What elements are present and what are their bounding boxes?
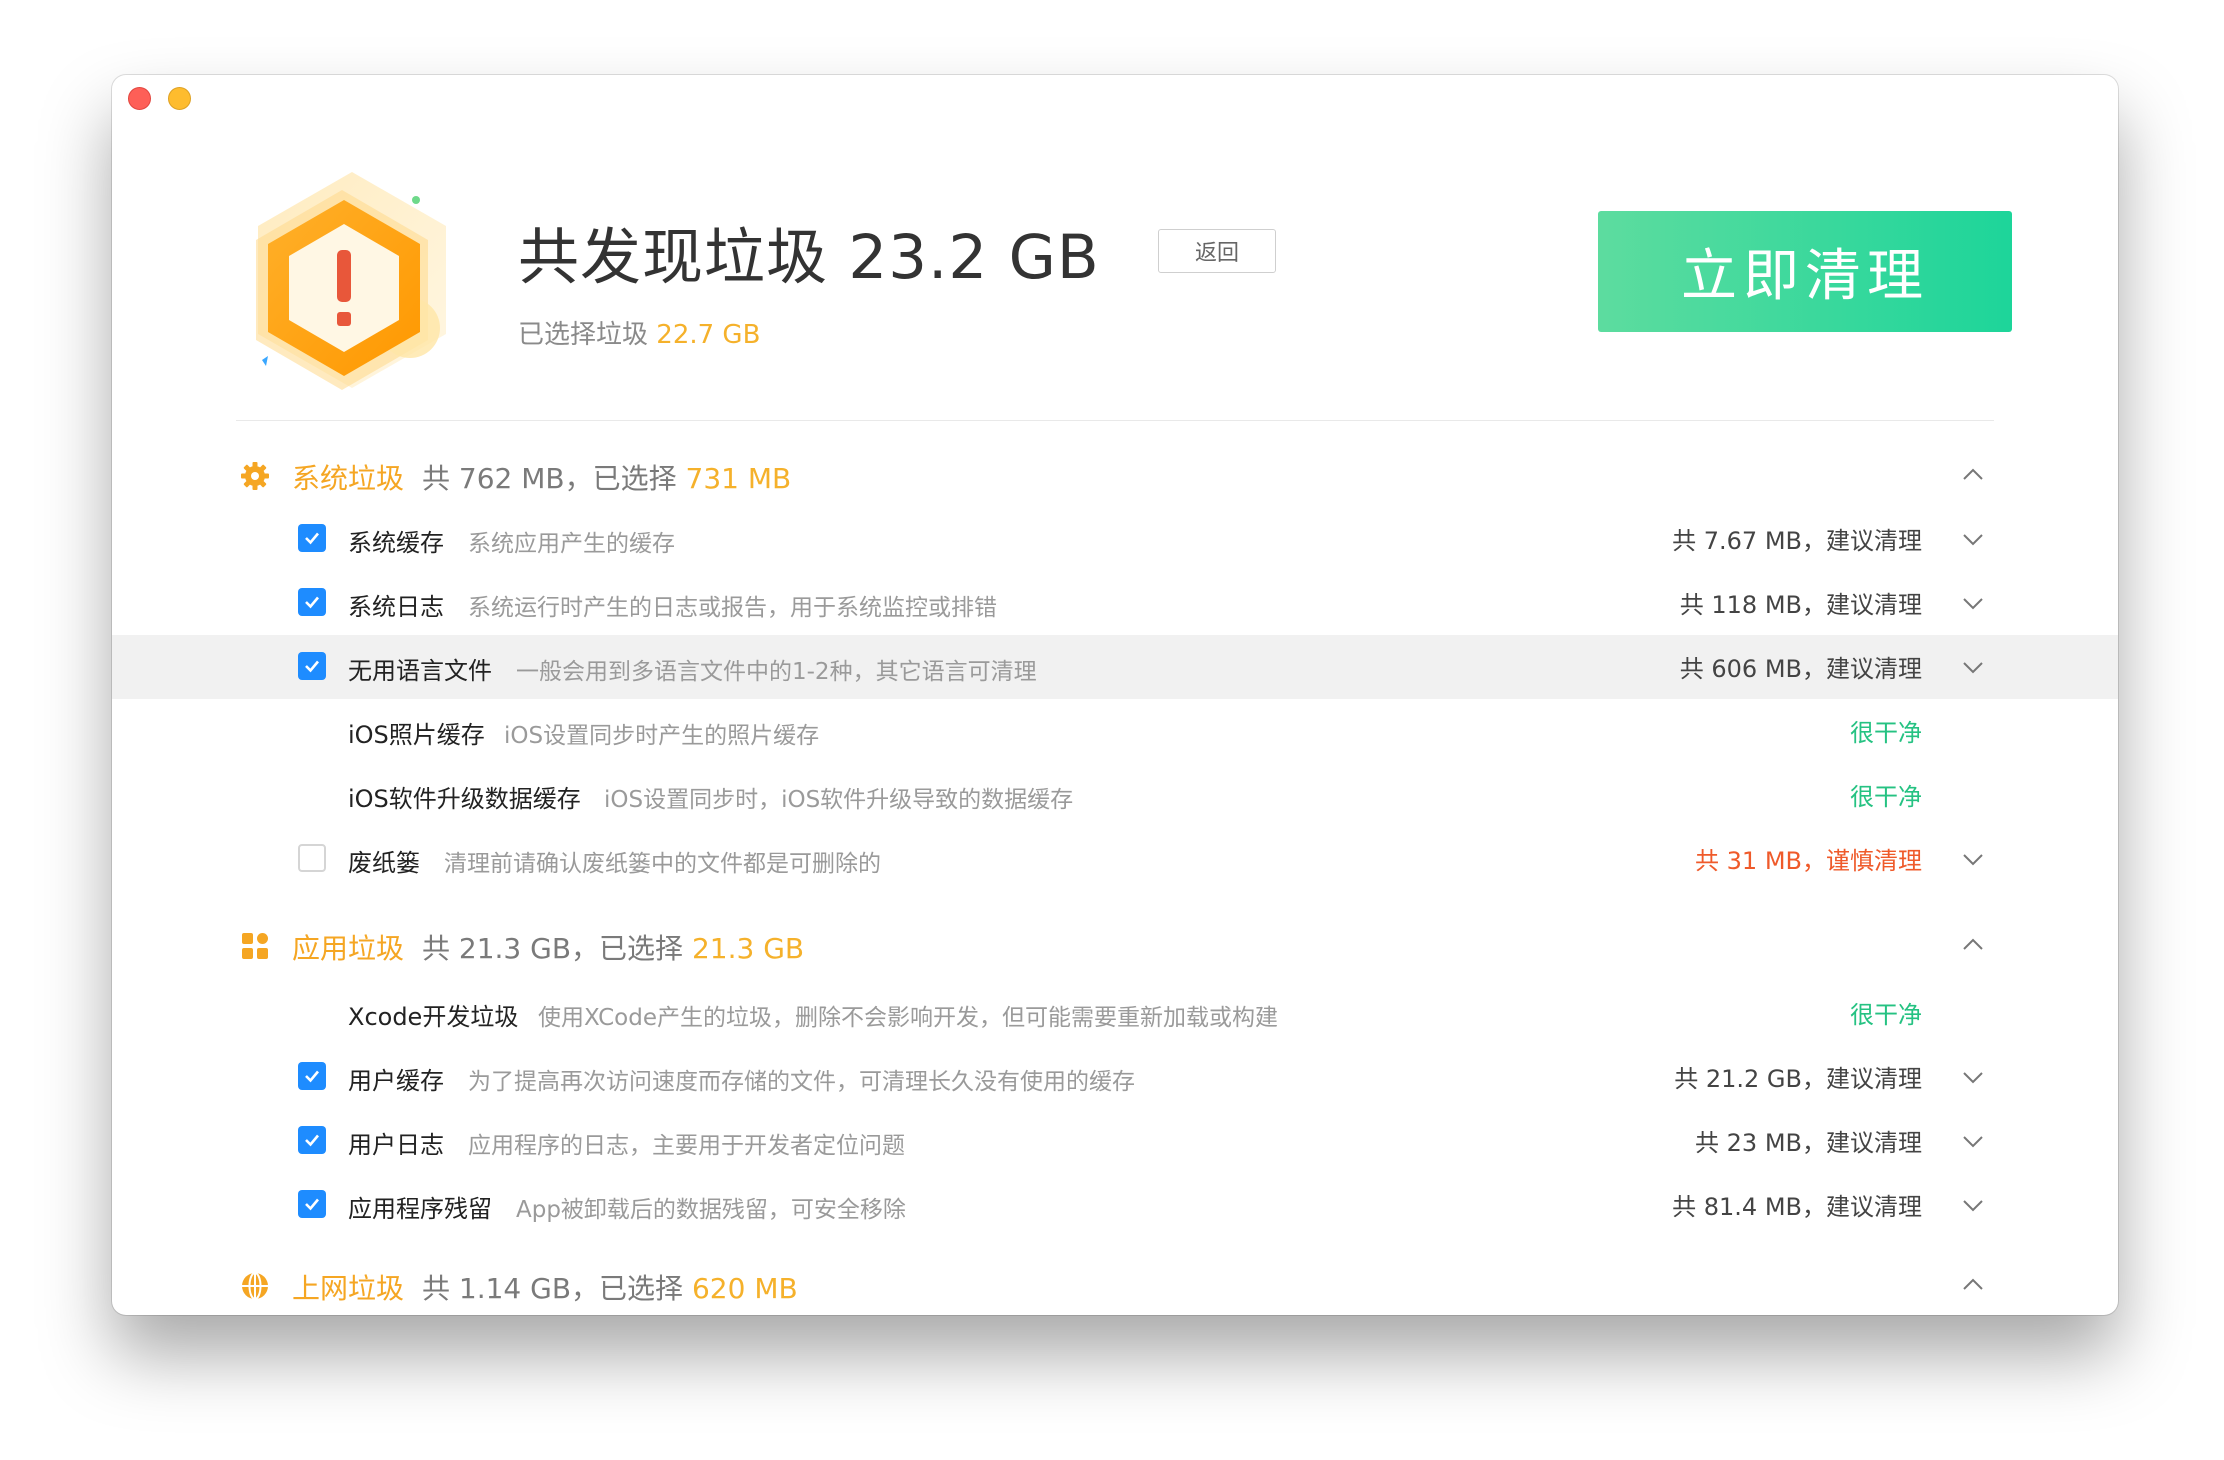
item-description: iOS设置同步时，iOS软件升级导致的数据缓存 [604, 787, 1074, 813]
chevron-up-icon[interactable] [1961, 933, 1985, 957]
checkmark-icon [305, 660, 319, 673]
item-size: 共 23 MB，建议清理 [1695, 1129, 1922, 1157]
list-item[interactable]: 系统日志 系统运行时产生的日志或报告，用于系统监控或排错 共 118 MB，建议… [112, 571, 2118, 635]
item-name: 应用程序残留 [348, 1195, 492, 1223]
globe-icon [242, 1272, 268, 1300]
apps-grid-icon [242, 933, 268, 959]
header-divider [236, 420, 1994, 421]
category-row-web[interactable]: 上网垃圾 共 1.14 GB，已选择 620 MB [112, 1253, 2118, 1315]
item-description: 系统应用产生的缓存 [468, 531, 675, 557]
checkmark-icon [305, 1198, 319, 1211]
item-checkbox[interactable] [298, 524, 326, 552]
list-item[interactable]: 用户日志 应用程序的日志，主要用于开发者定位问题 共 23 MB，建议清理 [112, 1109, 2118, 1173]
item-status: 很干净 [1850, 719, 1922, 747]
item-description: 应用程序的日志，主要用于开发者定位问题 [468, 1133, 905, 1159]
item-size: 共 21.2 GB，建议清理 [1674, 1065, 1922, 1093]
checkmark-icon [305, 596, 319, 609]
back-button[interactable]: 返回 [1158, 229, 1276, 273]
category-stats: 共 1.14 GB，已选择 620 MB [422, 1267, 798, 1307]
window-controls [128, 87, 191, 110]
category-selected: 620 MB [691, 1272, 798, 1305]
close-window-button[interactable] [128, 87, 151, 110]
chevron-down-icon[interactable] [1961, 1129, 1985, 1153]
category-row-apps[interactable]: 应用垃圾 共 21.3 GB，已选择 21.3 GB [112, 913, 2118, 977]
minimize-window-button[interactable] [168, 87, 191, 110]
chevron-down-icon[interactable] [1961, 847, 1985, 871]
category-name: 应用垃圾 [292, 932, 405, 965]
warning-hexagon-icon [256, 172, 446, 390]
item-description: 一般会用到多语言文件中的1-2种，其它语言可清理 [516, 659, 1037, 685]
selected-junk-value: 22.7 GB [656, 320, 761, 350]
item-checkbox[interactable] [298, 1062, 326, 1090]
chevron-down-icon[interactable] [1961, 1065, 1985, 1089]
summary-block: 共发现垃圾 23.2 GB 已选择垃圾 22.7 GB [518, 207, 1100, 351]
checkmark-icon [305, 1070, 319, 1083]
category-name: 系统垃圾 [292, 462, 405, 495]
list-item[interactable]: 无用语言文件 一般会用到多语言文件中的1-2种，其它语言可清理 共 606 MB… [112, 635, 2118, 699]
item-checkbox[interactable] [298, 588, 326, 616]
item-name: 用户日志 [348, 1131, 444, 1159]
item-checkbox[interactable] [298, 844, 326, 872]
checkmark-icon [305, 1134, 319, 1147]
app-window: 共发现垃圾 23.2 GB 已选择垃圾 22.7 GB 返回 立即清理 系统垃圾 [112, 75, 2118, 1315]
item-name: iOS照片缓存 [348, 721, 485, 749]
item-name: 废纸篓 [348, 849, 420, 877]
category-total: 共 1.14 GB，已选择 [422, 1272, 684, 1305]
item-size: 共 81.4 MB，建议清理 [1672, 1193, 1922, 1221]
item-status: 很干净 [1850, 1001, 1922, 1029]
item-checkbox[interactable] [298, 1126, 326, 1154]
item-size: 共 606 MB，建议清理 [1679, 655, 1922, 683]
gear-icon [241, 462, 269, 490]
item-name: 无用语言文件 [348, 657, 492, 685]
item-name: iOS软件升级数据缓存 [348, 785, 581, 813]
category-stats: 共 762 MB，已选择 731 MB [422, 457, 791, 497]
chevron-up-icon[interactable] [1961, 1273, 1985, 1297]
item-size: 共 118 MB，建议清理 [1679, 591, 1922, 619]
list-item[interactable]: 系统缓存 系统应用产生的缓存 共 7.67 MB，建议清理 [112, 507, 2118, 571]
clean-now-button[interactable]: 立即清理 [1598, 211, 2012, 332]
item-name: 系统缓存 [348, 529, 444, 557]
item-description: App被卸载后的数据残留，可安全移除 [516, 1197, 906, 1223]
item-description: 清理前请确认废纸篓中的文件都是可删除的 [444, 851, 881, 877]
category-total: 共 762 MB，已选择 [422, 462, 677, 495]
total-junk-title: 共发现垃圾 23.2 GB [518, 222, 1100, 293]
item-description: 系统运行时产生的日志或报告，用于系统监控或排错 [468, 595, 997, 621]
item-size: 共 31 MB，谨慎清理 [1695, 847, 1922, 875]
selected-junk-label: 已选择垃圾 [518, 320, 649, 350]
selected-junk-summary: 已选择垃圾 22.7 GB [518, 314, 1100, 351]
item-name: 系统日志 [348, 593, 444, 621]
category-selected: 21.3 GB [691, 932, 805, 965]
checkmark-icon [305, 532, 319, 545]
category-total: 共 21.3 GB，已选择 [422, 932, 684, 965]
list-item[interactable]: iOS照片缓存 iOS设置同步时产生的照片缓存 很干净 [112, 699, 2118, 763]
item-name: 用户缓存 [348, 1067, 444, 1095]
list-item[interactable]: Xcode开发垃圾 使用XCode产生的垃圾，删除不会影响开发，但可能需要重新加… [112, 981, 2118, 1045]
category-row-system[interactable]: 系统垃圾 共 762 MB，已选择 731 MB [112, 443, 2118, 507]
item-description: 使用XCode产生的垃圾，删除不会影响开发，但可能需要重新加载或构建 [538, 1005, 1278, 1031]
list-item[interactable]: iOS软件升级数据缓存 iOS设置同步时，iOS软件升级导致的数据缓存 很干净 [112, 763, 2118, 827]
item-size: 共 7.67 MB，建议清理 [1672, 527, 1922, 555]
chevron-down-icon[interactable] [1961, 655, 1985, 679]
category-name: 上网垃圾 [292, 1272, 405, 1305]
chevron-up-icon[interactable] [1961, 463, 1985, 487]
item-description: 为了提高再次访问速度而存储的文件，可清理长久没有使用的缓存 [468, 1069, 1135, 1095]
chevron-down-icon[interactable] [1961, 1193, 1985, 1217]
list-item[interactable]: 应用程序残留 App被卸载后的数据残留，可安全移除 共 81.4 MB，建议清理 [112, 1173, 2118, 1237]
item-checkbox[interactable] [298, 1190, 326, 1218]
chevron-down-icon[interactable] [1961, 591, 1985, 615]
list-item[interactable]: 废纸篓 清理前请确认废纸篓中的文件都是可删除的 共 31 MB，谨慎清理 [112, 827, 2118, 891]
category-stats: 共 21.3 GB，已选择 21.3 GB [422, 927, 804, 967]
category-selected: 731 MB [685, 462, 792, 495]
list-item[interactable]: 用户缓存 为了提高再次访问速度而存储的文件，可清理长久没有使用的缓存 共 21.… [112, 1045, 2118, 1109]
item-checkbox[interactable] [298, 652, 326, 680]
chevron-down-icon[interactable] [1961, 527, 1985, 551]
item-status: 很干净 [1850, 783, 1922, 811]
item-name: Xcode开发垃圾 [348, 1003, 519, 1031]
item-description: iOS设置同步时产生的照片缓存 [504, 723, 820, 749]
